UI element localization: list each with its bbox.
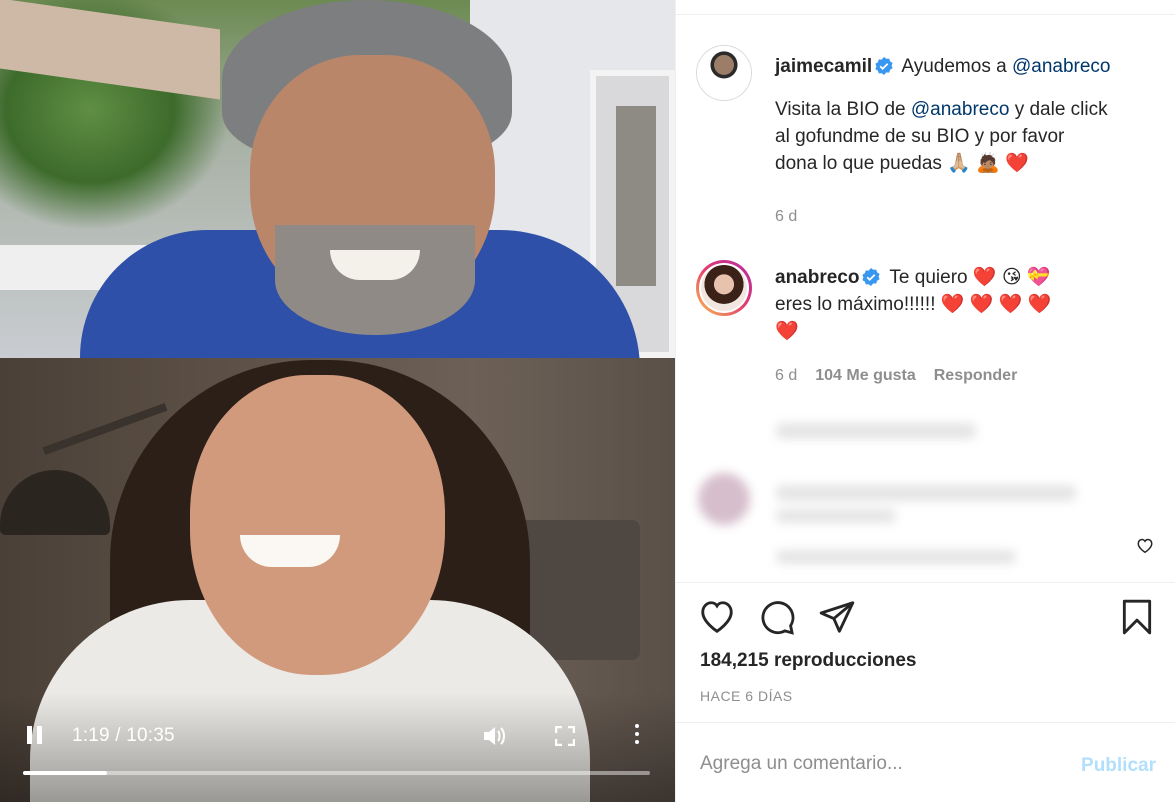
commenter-username[interactable]: anabreco	[775, 267, 859, 288]
author-username[interactable]: jaimecamil	[775, 56, 872, 77]
verified-badge-icon	[875, 57, 893, 75]
reply-button[interactable]: Responder	[934, 367, 1018, 384]
heart-icon[interactable]	[698, 598, 736, 636]
post-actions	[676, 582, 1175, 583]
kissing-face-emoji: 😘	[1001, 266, 1022, 288]
red-heart-emoji: ❤️	[972, 266, 997, 288]
publish-button[interactable]: Publicar	[1081, 755, 1156, 777]
fullscreen-icon[interactable]	[554, 725, 576, 747]
folded-hands-emoji: 🙏🏼	[947, 152, 971, 174]
comment-meta: 6 d 104 Me gusta Responder	[775, 367, 1017, 385]
comment-likes[interactable]: 104 Me gusta	[815, 367, 915, 384]
volume-icon[interactable]	[482, 724, 508, 748]
video-player[interactable]: 1:19 / 10:35	[0, 0, 675, 802]
comment-time[interactable]: 6 d	[775, 367, 797, 384]
mention-link[interactable]: @anabreco	[1012, 56, 1111, 77]
verified-badge-icon	[862, 268, 881, 286]
red-heart-emoji: ❤️	[940, 293, 965, 315]
red-heart-emoji: ❤️	[1005, 152, 1029, 174]
blurred-comments	[676, 405, 1175, 582]
caption-text: Ayudemos a	[901, 56, 1007, 77]
view-count[interactable]: 184,215 reproducciones	[700, 650, 917, 672]
video-progress-fill	[23, 771, 108, 775]
post-date: HACE 6 DÍAS	[700, 688, 793, 704]
video-top-participant	[0, 0, 675, 358]
red-heart-emoji: ❤️	[775, 320, 799, 342]
comment-form: Publicar	[676, 722, 1175, 802]
caption-text: y dale click	[1014, 99, 1108, 120]
video-progress-bar[interactable]	[23, 771, 650, 775]
red-heart-emoji: ❤️	[998, 293, 1023, 315]
more-options-icon[interactable]	[633, 724, 641, 748]
post-panel: jaimecamil Ayudemos a @anabreco Visita l…	[675, 0, 1175, 802]
caption-time[interactable]: 6 d	[775, 208, 797, 226]
heart-with-ribbon-emoji: 💝	[1026, 266, 1051, 288]
caption-text: dona lo que puedas	[775, 153, 942, 174]
video-controls	[0, 692, 675, 802]
bowing-person-emoji: 🙇🏽	[976, 152, 1000, 174]
comment-input[interactable]	[700, 753, 1060, 775]
mention-link[interactable]: @anabreco	[911, 99, 1010, 120]
commenter-avatar[interactable]	[696, 260, 752, 316]
caption-text: Visita la BIO de	[775, 99, 906, 120]
comment-text: eres lo máximo!!!!!!	[775, 294, 936, 315]
pause-icon[interactable]	[26, 726, 44, 746]
comment-text: Te quiero	[889, 267, 968, 288]
author-avatar[interactable]	[696, 45, 752, 101]
video-time: 1:19 / 10:35	[72, 725, 175, 746]
share-icon[interactable]	[818, 598, 856, 636]
red-heart-emoji: ❤️	[969, 293, 994, 315]
comment-icon[interactable]	[758, 598, 796, 636]
bookmark-icon[interactable]	[1118, 598, 1156, 636]
caption-text: al gofundme de su BIO y por favor	[775, 126, 1065, 147]
red-heart-emoji: ❤️	[1027, 293, 1052, 315]
